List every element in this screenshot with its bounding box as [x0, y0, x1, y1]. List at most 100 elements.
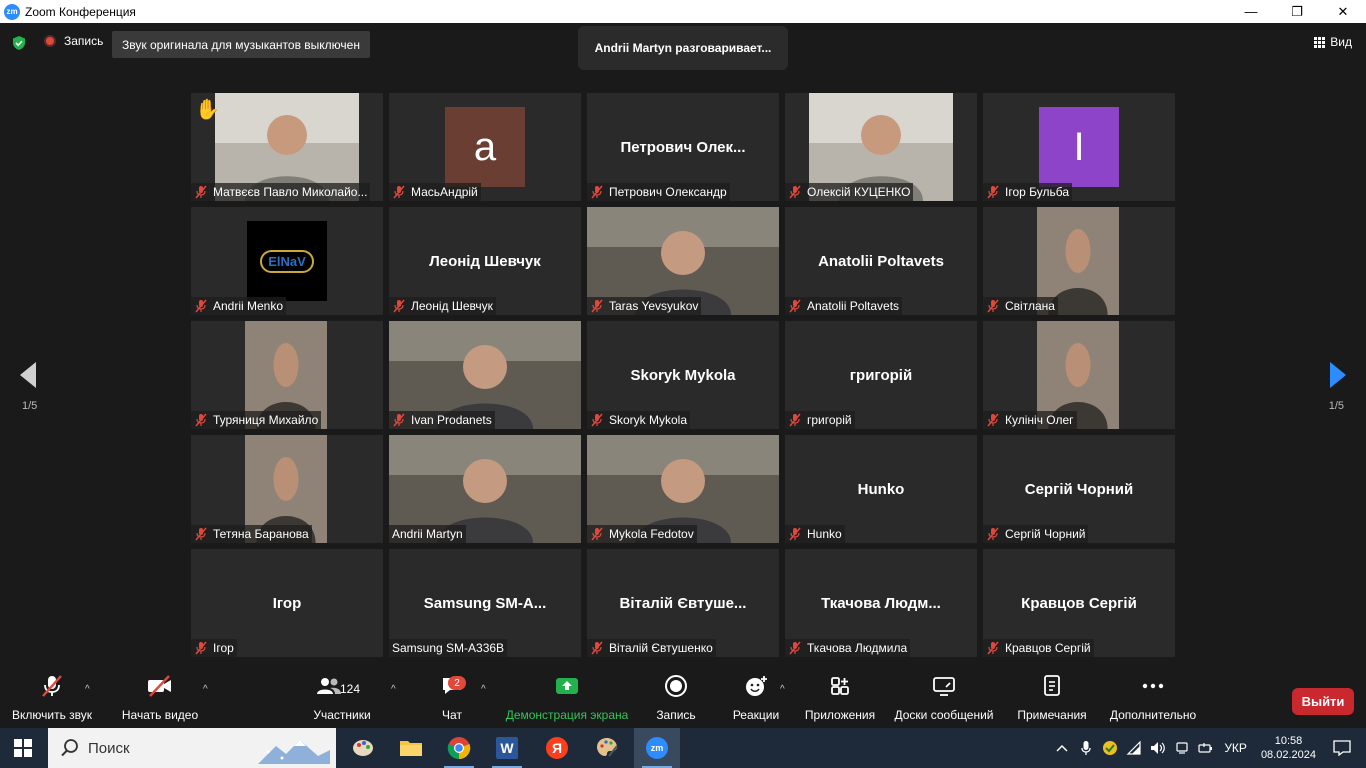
- start-video-button[interactable]: Начать видео: [116, 668, 204, 728]
- close-button[interactable]: ✕: [1320, 0, 1366, 23]
- participant-tile[interactable]: Anatolii Poltavets Anatolii Poltavets: [785, 207, 977, 315]
- reactions-options-chevron-icon[interactable]: ^: [780, 684, 785, 695]
- participant-tile[interactable]: Skoryk Mykola Skoryk Mykola: [587, 321, 779, 429]
- yandex-icon: Я: [546, 737, 568, 759]
- unmute-label: Включить звук: [11, 708, 93, 722]
- battery-power-icon[interactable]: [1196, 738, 1216, 758]
- participant-tile[interactable]: Олексій КУЦЕНКО: [785, 93, 977, 201]
- participant-tile[interactable]: Леонід Шевчук Леонід Шевчук: [389, 207, 581, 315]
- taskbar-file-explorer[interactable]: [388, 728, 434, 768]
- muted-mic-icon: [195, 527, 207, 541]
- apps-button[interactable]: Приложения: [802, 668, 878, 728]
- participant-tile[interactable]: Тетяна Баранова: [191, 435, 383, 543]
- share-screen-button[interactable]: Демонстрация экрана: [500, 668, 634, 728]
- participant-name: Петрович Олександр: [609, 185, 727, 199]
- participant-tile[interactable]: Ігор Ігор: [191, 549, 383, 657]
- participant-tile[interactable]: Віталій Євтуше... Віталій Євтушенко: [587, 549, 779, 657]
- leave-meeting-button[interactable]: Выйти: [1292, 688, 1354, 715]
- minimize-button[interactable]: —: [1228, 0, 1274, 23]
- participant-tile[interactable]: Hunko Hunko: [785, 435, 977, 543]
- participant-tile[interactable]: Туряниця Михайло: [191, 321, 383, 429]
- participant-name-label: Ткачова Людмила: [785, 639, 911, 657]
- record-button[interactable]: Запись: [650, 668, 702, 728]
- device-tray-icon[interactable]: [1172, 738, 1192, 758]
- participant-tile[interactable]: ✋ Матвєєв Павло Миколайо...: [191, 93, 383, 201]
- taskbar-paint-app[interactable]: [340, 728, 386, 768]
- chat-options-chevron-icon[interactable]: ^: [481, 684, 486, 695]
- participant-tile[interactable]: Кулініч Олег: [983, 321, 1175, 429]
- search-placeholder: Поиск: [88, 739, 130, 757]
- participant-tile[interactable]: a МасьАндрій: [389, 93, 581, 201]
- participants-button[interactable]: 124 Участники: [310, 668, 374, 728]
- participant-name-label: Hunko: [785, 525, 845, 543]
- participant-name-label: Samsung SM-A336B: [389, 639, 508, 657]
- participant-name: григорій: [807, 413, 852, 427]
- participant-name: Andrii Martyn: [392, 527, 463, 541]
- taskbar-chrome[interactable]: [436, 728, 482, 768]
- video-options-chevron-icon[interactable]: ^: [203, 684, 208, 695]
- whiteboards-button[interactable]: Доски сообщений: [888, 668, 1000, 728]
- participants-icon: 124: [310, 668, 374, 704]
- show-hidden-icons-chevron-icon[interactable]: [1052, 738, 1072, 758]
- windows-taskbar: Поиск W Я zm УКР 10:58 08.02.2024: [0, 728, 1366, 768]
- wifi-icon[interactable]: [1124, 738, 1144, 758]
- participant-name: Матвєєв Павло Миколайо...: [213, 185, 368, 199]
- original-sound-toggle[interactable]: Звук оригинала для музыкантов выключен: [112, 31, 370, 58]
- next-page-arrow-icon[interactable]: [1328, 360, 1348, 390]
- taskbar-yandex-browser[interactable]: Я: [534, 728, 580, 768]
- taskbar-zoom[interactable]: zm: [634, 728, 680, 768]
- taskbar-word[interactable]: W: [484, 728, 530, 768]
- taskbar-clock[interactable]: 10:58 08.02.2024: [1261, 734, 1316, 762]
- participant-tile[interactable]: Taras Yevsyukov: [587, 207, 779, 315]
- share-screen-label: Демонстрация экрана: [505, 708, 629, 722]
- input-language-indicator[interactable]: УКР: [1224, 741, 1247, 755]
- muted-mic-icon: [591, 527, 603, 541]
- participant-name-label: МасьАндрій: [389, 183, 481, 201]
- recording-label: Запись: [64, 34, 104, 48]
- reactions-button[interactable]: Реакции: [728, 668, 784, 728]
- recording-indicator[interactable]: Запись: [44, 34, 103, 48]
- windows-start-icon[interactable]: [14, 739, 32, 757]
- taskbar-search-box[interactable]: Поиск: [48, 728, 336, 768]
- participant-tile[interactable]: Andrii Martyn: [389, 435, 581, 543]
- taskbar-paint-3d[interactable]: [584, 728, 630, 768]
- participant-tile[interactable]: ElNaV Andrii Menko: [191, 207, 383, 315]
- participant-tile[interactable]: Ткачова Людм... Ткачова Людмила: [785, 549, 977, 657]
- participant-tile[interactable]: Samsung SM-A... Samsung SM-A336B: [389, 549, 581, 657]
- participant-tile[interactable]: Кравцов Сергій Кравцов Сергій: [983, 549, 1175, 657]
- maximize-button[interactable]: ❐: [1274, 0, 1320, 23]
- participant-tile[interactable]: григорій григорій: [785, 321, 977, 429]
- participant-tile[interactable]: Петрович Олек... Петрович Олександр: [587, 93, 779, 201]
- participant-name: Taras Yevsyukov: [609, 299, 699, 313]
- notes-button[interactable]: Примечания: [1014, 668, 1090, 728]
- zoom-logo-icon: zm: [4, 3, 20, 20]
- participant-tile[interactable]: Світлана: [983, 207, 1175, 315]
- shield-icon[interactable]: [11, 35, 27, 51]
- more-button[interactable]: Дополнительно: [1104, 668, 1202, 728]
- participant-name: Олексій КУЦЕНКО: [807, 185, 911, 199]
- participant-tile[interactable]: Mykola Fedotov: [587, 435, 779, 543]
- participant-tile[interactable]: Ivan Prodanets: [389, 321, 581, 429]
- participant-tile[interactable]: Сергій Чорний Сергій Чорний: [983, 435, 1175, 543]
- participant-name: Ігор Бульба: [1005, 185, 1070, 199]
- view-button[interactable]: Вид: [1314, 35, 1352, 49]
- whiteboard-icon: [932, 668, 956, 704]
- participant-name-label: Леонід Шевчук: [389, 297, 496, 315]
- clock-date: 08.02.2024: [1260, 749, 1316, 761]
- participant-tile[interactable]: I Ігор Бульба: [983, 93, 1175, 201]
- notifications-icon[interactable]: [1332, 738, 1352, 758]
- participant-name-label: Кравцов Сергій: [983, 639, 1094, 657]
- participant-name-label: Anatolii Poltavets: [785, 297, 903, 315]
- active-speaker-banner: Andrii Martyn разговаривает...: [578, 26, 788, 70]
- search-icon: [61, 739, 78, 757]
- microphone-tray-icon[interactable]: [1076, 738, 1096, 758]
- audio-options-chevron-icon[interactable]: ^: [85, 684, 90, 695]
- volume-icon[interactable]: [1148, 738, 1168, 758]
- muted-mic-icon: [987, 641, 999, 655]
- chat-button[interactable]: 2 Чат: [432, 668, 472, 728]
- security-status-icon[interactable]: [1100, 738, 1120, 758]
- title-bar: zm Zoom Конференция — ❐ ✕: [0, 0, 1366, 23]
- participants-options-chevron-icon[interactable]: ^: [391, 684, 396, 695]
- unmute-button[interactable]: Включить звук: [8, 668, 96, 728]
- previous-page-arrow-icon[interactable]: [18, 360, 38, 390]
